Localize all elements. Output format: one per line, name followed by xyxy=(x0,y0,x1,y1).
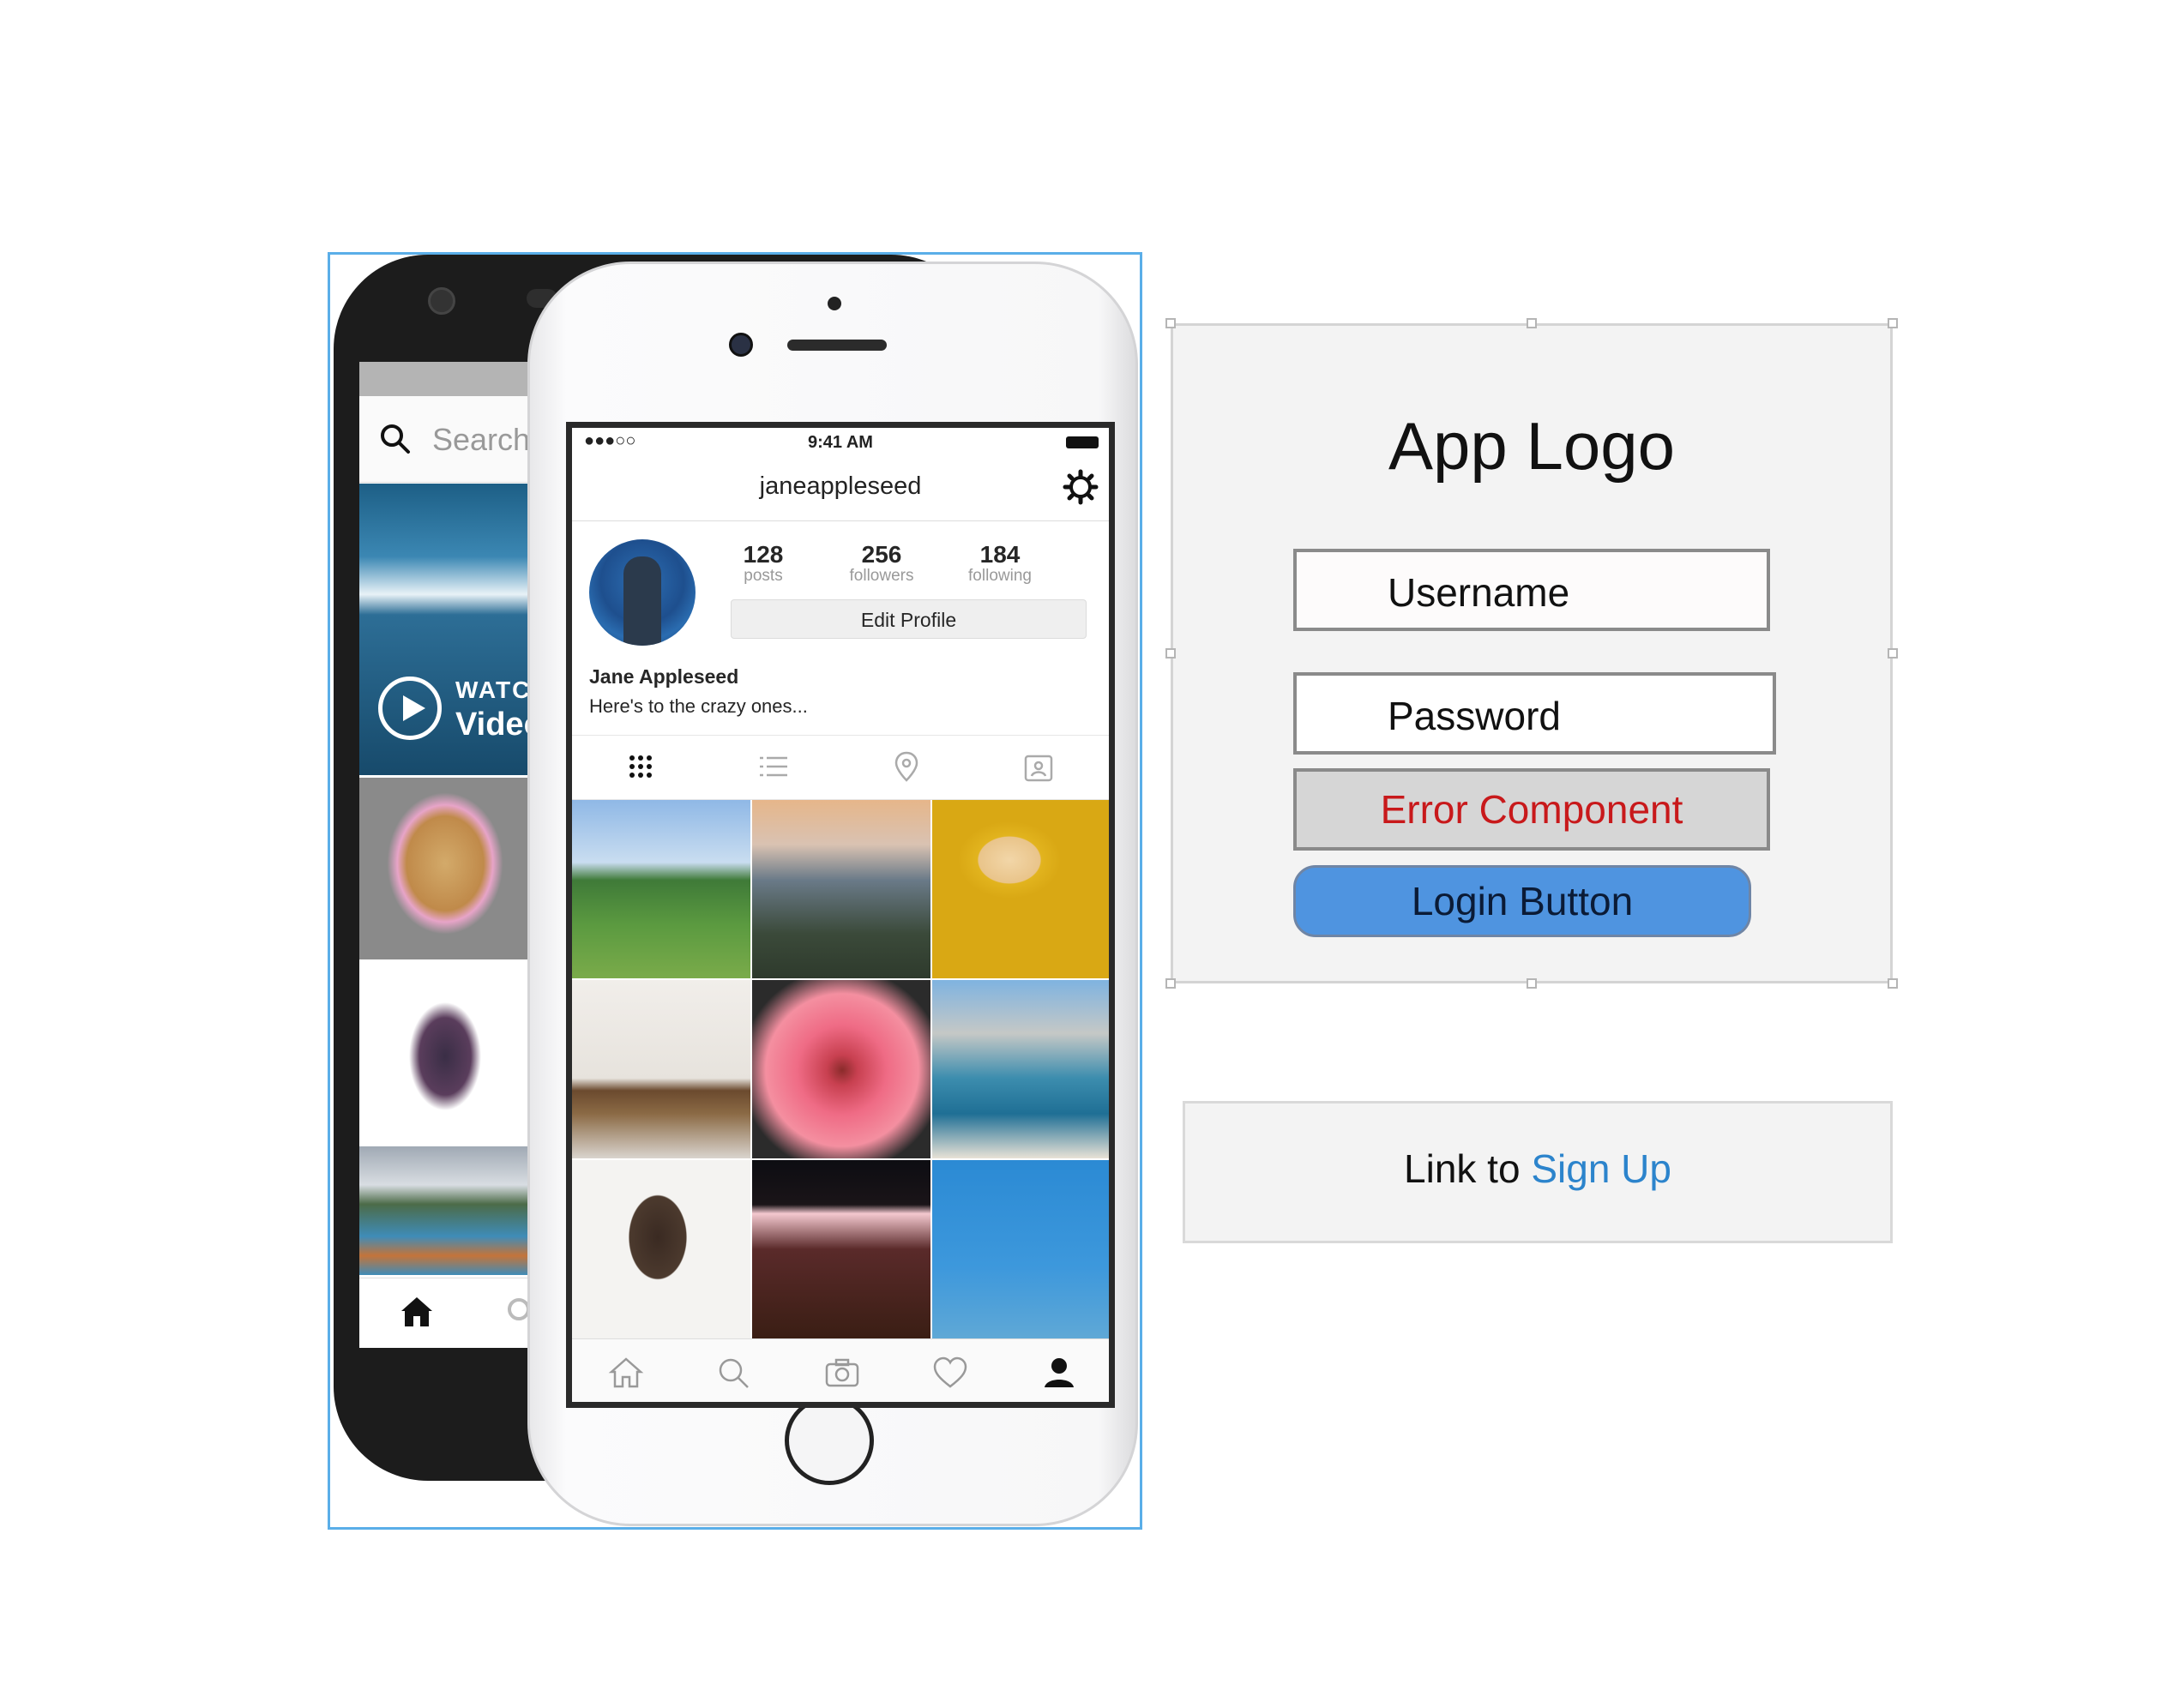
edit-profile-button[interactable]: Edit Profile xyxy=(731,599,1087,639)
camera-icon[interactable] xyxy=(822,1353,862,1392)
error-component: Error Component xyxy=(1293,768,1770,851)
search-icon xyxy=(381,424,410,454)
list-icon[interactable] xyxy=(755,748,792,785)
stat-following-value: 184 xyxy=(979,541,1021,568)
stat-following[interactable]: 184 following xyxy=(944,541,1056,586)
grid-photo[interactable] xyxy=(572,800,750,978)
stat-followers[interactable]: 256 followers xyxy=(826,541,937,586)
search-placeholder: Search xyxy=(432,422,531,457)
back-camera xyxy=(428,287,455,315)
location-pin-icon[interactable] xyxy=(888,748,925,785)
grid-photo[interactable] xyxy=(932,1160,1109,1338)
avatar-person xyxy=(623,556,661,646)
home-icon xyxy=(401,1297,432,1326)
profile-view-tabs xyxy=(572,735,1109,800)
search-icon[interactable] xyxy=(714,1353,753,1392)
signup-text: Link to Sign Up xyxy=(1183,1146,1893,1192)
gear-icon[interactable] xyxy=(1063,469,1099,505)
photo-grid xyxy=(572,800,1109,1340)
grid-photo[interactable] xyxy=(752,1160,930,1338)
signup-prefix: Link to xyxy=(1404,1146,1532,1191)
stat-following-label: following xyxy=(968,567,1032,585)
status-time: 9:41 AM xyxy=(808,433,873,452)
username-field[interactable]: Username xyxy=(1293,549,1770,631)
profile-icon[interactable] xyxy=(1039,1353,1079,1392)
password-field[interactable]: Password xyxy=(1293,672,1776,755)
grid-icon[interactable] xyxy=(622,748,659,785)
battery-icon xyxy=(1066,436,1099,448)
bio-text: Here's to the crazy ones... xyxy=(589,695,808,717)
home-button xyxy=(785,1396,874,1485)
grid-photo[interactable] xyxy=(932,800,1109,978)
profile-username: janeappleseed xyxy=(759,472,922,500)
login-button[interactable]: Login Button xyxy=(1293,865,1751,937)
tagged-photos-icon[interactable] xyxy=(1020,748,1057,785)
home-icon[interactable] xyxy=(606,1353,646,1392)
resize-handle[interactable] xyxy=(1888,978,1898,989)
password-field-label: Password xyxy=(1388,694,1561,738)
stat-posts-label: posts xyxy=(744,567,783,585)
status-bar: ●●●○○ 9:41 AM xyxy=(572,428,1109,457)
stat-followers-value: 256 xyxy=(861,541,902,568)
stat-posts-value: 128 xyxy=(743,541,784,568)
resize-handle[interactable] xyxy=(1165,318,1176,328)
profile-header: janeappleseed xyxy=(572,457,1109,521)
stat-followers-label: followers xyxy=(849,567,914,585)
resize-handle[interactable] xyxy=(1165,978,1176,989)
grid-photo[interactable] xyxy=(932,980,1109,1158)
front-camera xyxy=(729,333,753,357)
play-icon xyxy=(378,677,442,740)
bio-name: Jane Appleseed xyxy=(589,665,739,688)
grid-photo[interactable] xyxy=(752,980,930,1158)
resize-handle[interactable] xyxy=(1888,648,1898,659)
signup-link[interactable]: Sign Up xyxy=(1531,1146,1671,1191)
app-logo: App Logo xyxy=(1388,408,1675,484)
proximity-sensor xyxy=(828,297,841,310)
username-field-label: Username xyxy=(1388,570,1570,615)
avatar[interactable] xyxy=(589,539,696,646)
tab-bar xyxy=(572,1338,1109,1402)
grid-photo[interactable] xyxy=(572,980,750,1158)
earpiece-speaker xyxy=(787,340,887,351)
grid-photo[interactable] xyxy=(572,1160,750,1338)
grid-photo[interactable] xyxy=(752,800,930,978)
resize-handle[interactable] xyxy=(1165,648,1176,659)
resize-handle[interactable] xyxy=(1527,978,1537,989)
profile-screen: ●●●○○ 9:41 AM janeappleseed 128 posts 25… xyxy=(566,422,1115,1408)
heart-icon[interactable] xyxy=(930,1353,970,1392)
phone-mockup-image[interactable]: Search WATCH Video ●●●○○ 9:41 AM janeapp… xyxy=(328,252,1142,1530)
resize-handle[interactable] xyxy=(1888,318,1898,328)
resize-handle[interactable] xyxy=(1527,318,1537,328)
stat-posts[interactable]: 128 posts xyxy=(708,541,819,586)
